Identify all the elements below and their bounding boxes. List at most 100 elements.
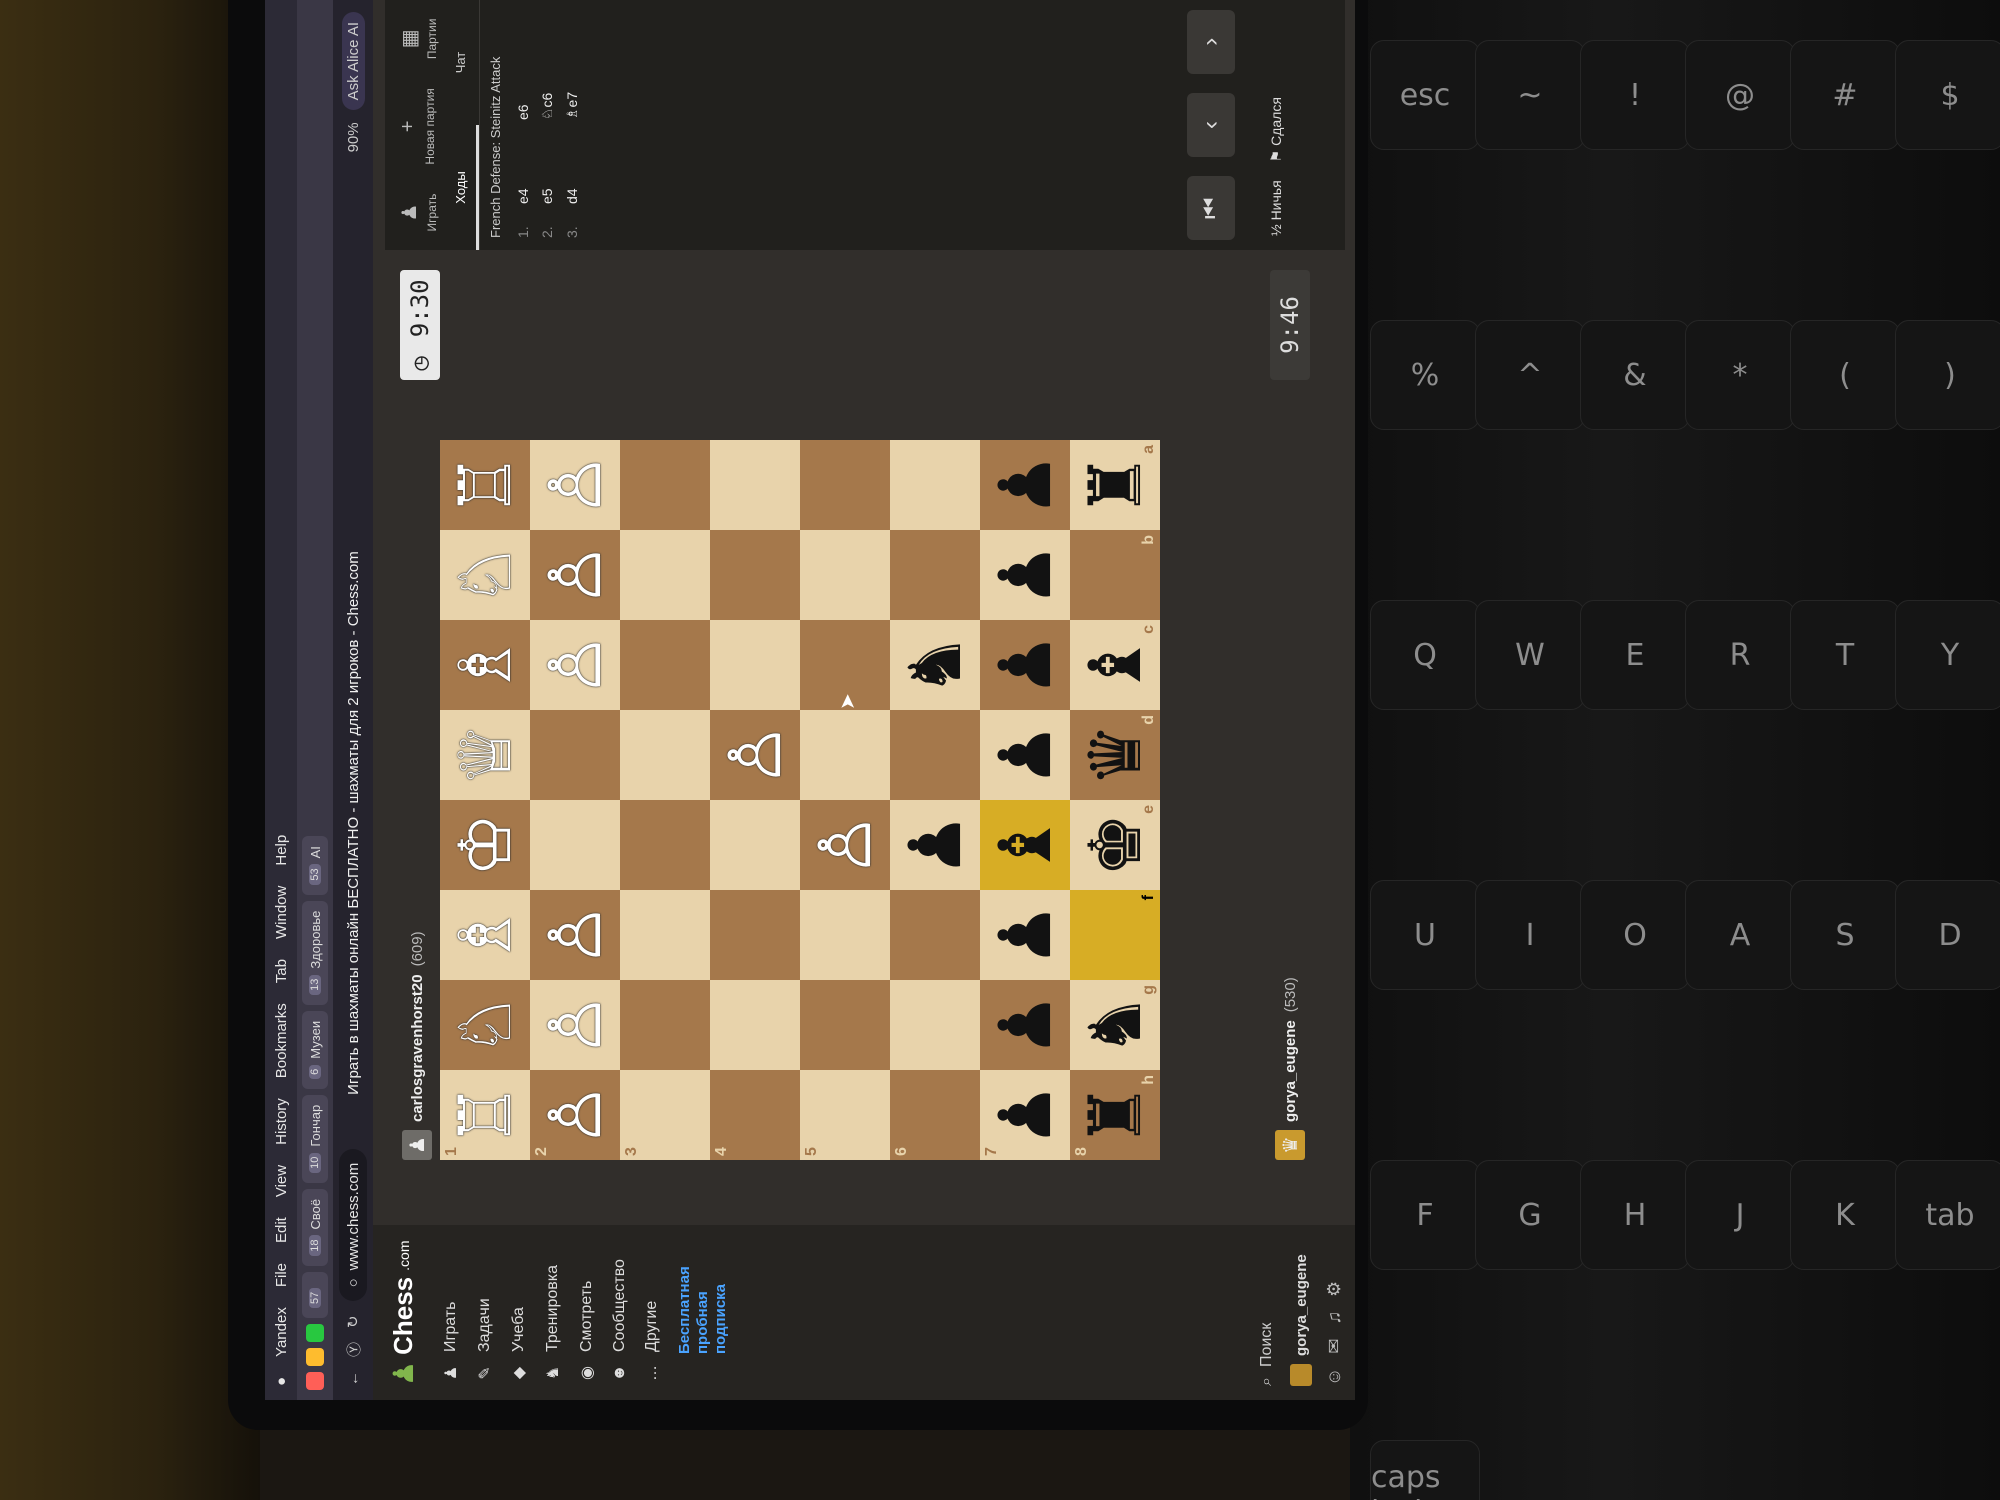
black-piece[interactable]: ♟ [983, 993, 1067, 1058]
board-square[interactable]: ♘ [440, 530, 530, 620]
menu-item[interactable]: Edit [273, 1217, 290, 1243]
next-move-button[interactable]: › [1187, 9, 1235, 74]
black-piece[interactable]: ♛ [1073, 723, 1157, 788]
sidebar-item[interactable]: ♟ Играть [434, 1225, 468, 1400]
resign-button[interactable]: ⚑ Сдался [1268, 97, 1285, 162]
board-square[interactable]: ♙ [530, 440, 620, 530]
board-square[interactable]: ♔ [440, 800, 530, 890]
board-square[interactable] [890, 530, 980, 620]
board-square[interactable] [800, 710, 890, 800]
sidebar-item[interactable]: ◉ Смотреть [570, 1225, 604, 1400]
white-move[interactable]: e5 [539, 134, 556, 204]
board-square[interactable] [890, 710, 980, 800]
browser-tab[interactable]: 6 Музеи [302, 1010, 328, 1089]
black-move[interactable]: e6 [515, 50, 531, 120]
black-piece[interactable]: ♝ [1073, 633, 1157, 698]
board-square[interactable] [800, 980, 890, 1070]
board-square[interactable]: ♙ [530, 980, 620, 1070]
board-square[interactable] [890, 440, 980, 530]
board-square[interactable]: ♙ [530, 530, 620, 620]
menu-item[interactable]: Help [273, 835, 290, 866]
white-piece[interactable]: ♙ [533, 543, 617, 608]
board-square[interactable]: 6 [890, 1070, 980, 1160]
white-piece[interactable]: ♔ [443, 813, 527, 878]
reload-icon[interactable]: ↻ [344, 1315, 362, 1328]
board-square[interactable] [710, 890, 800, 980]
yandex-icon[interactable]: Ⓨ [343, 1342, 364, 1357]
mail-icon[interactable]: ✉ [1324, 1339, 1345, 1354]
board-square[interactable]: 4 [710, 1070, 800, 1160]
back-arrow-icon[interactable]: ← [345, 1371, 362, 1386]
chess-board[interactable]: 1 ♖ ♘ ♗ ♔ ♕ ♗ ♘ ♖ 2 ♙ ♙ ♙ ♙ ♙ ♙ 3 4 ♙ 5 ♙ 6 ♟ ♞ 7 ♟ ♟ ♟ ♝ ♟ ♟ ♟ ♟ 8 h ♜ g ♞ f e… [440, 440, 1160, 1160]
chesscom-logo[interactable]: ♟ Chess .com [373, 1225, 434, 1400]
black-piece[interactable]: ♞ [1073, 993, 1157, 1058]
black-piece[interactable]: ♟ [983, 903, 1067, 968]
maximize-window-icon[interactable] [306, 1324, 324, 1342]
board-square[interactable]: ♞ [890, 620, 980, 710]
board-square[interactable] [530, 800, 620, 890]
board-square[interactable] [800, 440, 890, 530]
white-move[interactable]: e4 [515, 134, 531, 204]
sidebar-item[interactable]: ♞ Тренировка [536, 1225, 570, 1400]
friends-icon[interactable]: ☺ [1324, 1368, 1345, 1386]
board-square[interactable] [890, 980, 980, 1070]
board-square[interactable]: ♗ [440, 890, 530, 980]
black-piece[interactable]: ♚ [1073, 813, 1157, 878]
black-piece[interactable]: ♟ [893, 813, 977, 878]
black-piece[interactable]: ♞ [893, 633, 977, 698]
board-square[interactable] [620, 980, 710, 1070]
white-piece[interactable]: ♙ [533, 1083, 617, 1148]
ask-alice-button[interactable]: Ask Alice AI [341, 12, 365, 111]
first-move-button[interactable]: ⏮ [1187, 176, 1235, 241]
tab-chat[interactable]: Чат [445, 0, 479, 125]
browser-tab[interactable]: 10 Гончар [302, 1094, 328, 1183]
board-square[interactable] [620, 620, 710, 710]
close-window-icon[interactable] [306, 1372, 324, 1390]
sidebar-user[interactable]: gorya_eugene [1290, 1239, 1312, 1386]
board-square[interactable]: a ♜ [1070, 440, 1160, 530]
board-square[interactable]: ♗ [440, 620, 530, 710]
board-square[interactable] [710, 440, 800, 530]
black-piece[interactable]: ♝ [983, 813, 1067, 878]
panel-tab[interactable]: ♟ Играть [397, 194, 439, 232]
board-square[interactable]: b [1070, 530, 1160, 620]
board-square[interactable] [710, 530, 800, 620]
board-square[interactable]: ♙ [530, 890, 620, 980]
board-square[interactable]: ♙ [710, 710, 800, 800]
white-piece[interactable]: ♙ [803, 813, 887, 878]
board-square[interactable] [710, 800, 800, 890]
board-square[interactable]: e ♚ [1070, 800, 1160, 890]
menu-item[interactable]: Tab [273, 959, 290, 983]
menu-item[interactable]: Yandex [273, 1307, 290, 1357]
white-piece[interactable]: ♙ [533, 453, 617, 518]
browser-tab[interactable]: 13 Здоровье [302, 900, 328, 1005]
black-piece[interactable]: ♜ [1073, 453, 1157, 518]
prev-move-button[interactable]: ‹ [1187, 93, 1235, 158]
board-square[interactable]: ♙ [800, 800, 890, 890]
avatar[interactable]: ♛ [1275, 1130, 1305, 1160]
white-piece[interactable]: ♙ [533, 903, 617, 968]
board-square[interactable] [710, 620, 800, 710]
board-square[interactable]: d ♛ [1070, 710, 1160, 800]
black-move[interactable]: ♗e7 [564, 50, 581, 120]
board-square[interactable] [530, 710, 620, 800]
avatar[interactable]: ♟ [402, 1130, 432, 1160]
board-square[interactable]: ♟ [980, 980, 1070, 1070]
board-square[interactable]: 5 [800, 1070, 890, 1160]
apple-icon[interactable]: ● [273, 1377, 290, 1386]
minimize-window-icon[interactable] [306, 1348, 324, 1366]
white-piece[interactable]: ♘ [443, 543, 527, 608]
menu-item[interactable]: File [273, 1263, 290, 1287]
board-square[interactable]: ♙ [530, 620, 620, 710]
board-square[interactable]: 7 ♟ [980, 1070, 1070, 1160]
black-piece[interactable]: ♟ [983, 1083, 1067, 1148]
menu-item[interactable]: History [273, 1098, 290, 1145]
panel-tab[interactable]: ▦ Партии [397, 19, 439, 60]
black-piece[interactable]: ♟ [983, 633, 1067, 698]
white-move[interactable]: d4 [564, 134, 581, 204]
gear-icon[interactable]: ⚙ [1324, 1281, 1345, 1297]
board-square[interactable] [890, 890, 980, 980]
board-square[interactable] [800, 890, 890, 980]
board-square[interactable] [800, 530, 890, 620]
menu-item[interactable]: View [273, 1165, 290, 1197]
